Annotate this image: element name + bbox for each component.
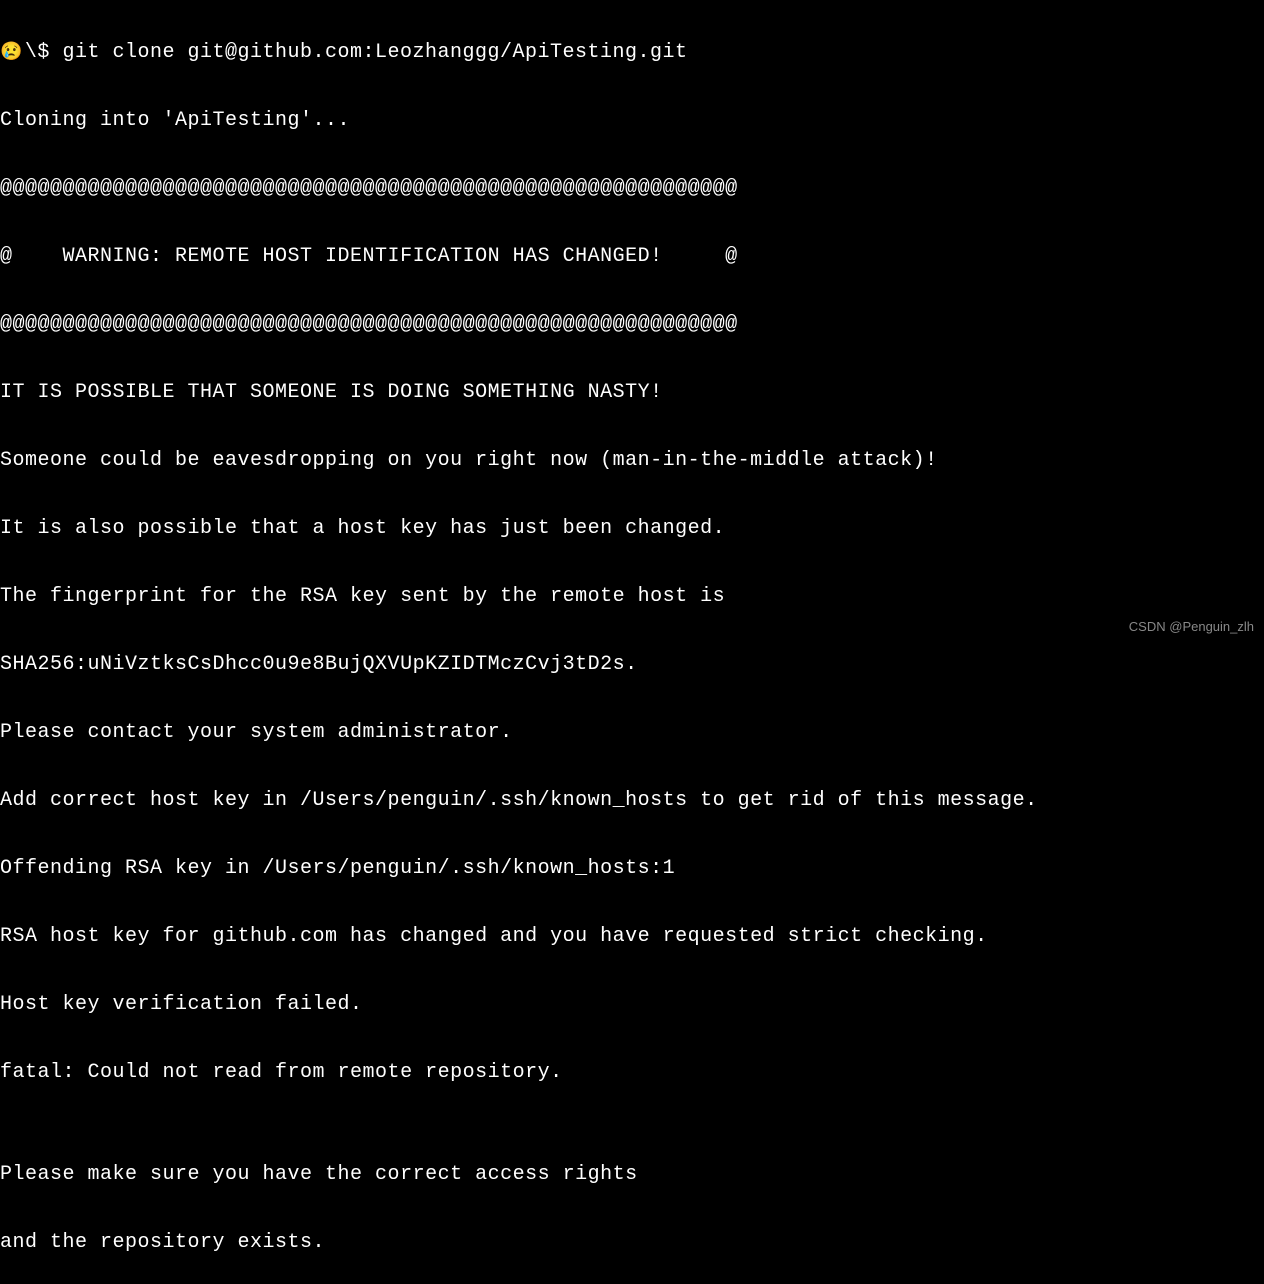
output-line: Please contact your system administrator… [0, 716, 1264, 750]
output-line: @ WARNING: REMOTE HOST IDENTIFICATION HA… [0, 240, 1264, 274]
terminal-output[interactable]: 😢\$ git clone git@github.com:Leozhanggg/… [0, 2, 1264, 1284]
watermark-text: CSDN @Penguin_zlh [1129, 616, 1254, 638]
output-line: @@@@@@@@@@@@@@@@@@@@@@@@@@@@@@@@@@@@@@@@… [0, 308, 1264, 342]
output-line: Cloning into 'ApiTesting'... [0, 104, 1264, 138]
prompt-emoji-icon: 😢 [0, 43, 23, 63]
prompt-line: 😢\$ git clone git@github.com:Leozhanggg/… [0, 36, 1264, 70]
prompt-symbol: \$ [25, 41, 50, 64]
output-line: Host key verification failed. [0, 988, 1264, 1022]
output-line: It is also possible that a host key has … [0, 512, 1264, 546]
output-line: Someone could be eavesdropping on you ri… [0, 444, 1264, 478]
output-line: @@@@@@@@@@@@@@@@@@@@@@@@@@@@@@@@@@@@@@@@… [0, 172, 1264, 206]
command-text: git clone git@github.com:Leozhanggg/ApiT… [62, 41, 687, 64]
output-line: Please make sure you have the correct ac… [0, 1158, 1264, 1192]
output-line: Offending RSA key in /Users/penguin/.ssh… [0, 852, 1264, 886]
output-line: and the repository exists. [0, 1226, 1264, 1260]
output-line: Add correct host key in /Users/penguin/.… [0, 784, 1264, 818]
output-line: RSA host key for github.com has changed … [0, 920, 1264, 954]
output-line: IT IS POSSIBLE THAT SOMEONE IS DOING SOM… [0, 376, 1264, 410]
output-line: fatal: Could not read from remote reposi… [0, 1056, 1264, 1090]
output-line: SHA256:uNiVztksCsDhcc0u9e8BujQXVUpKZIDTM… [0, 648, 1264, 682]
output-line: The fingerprint for the RSA key sent by … [0, 580, 1264, 614]
